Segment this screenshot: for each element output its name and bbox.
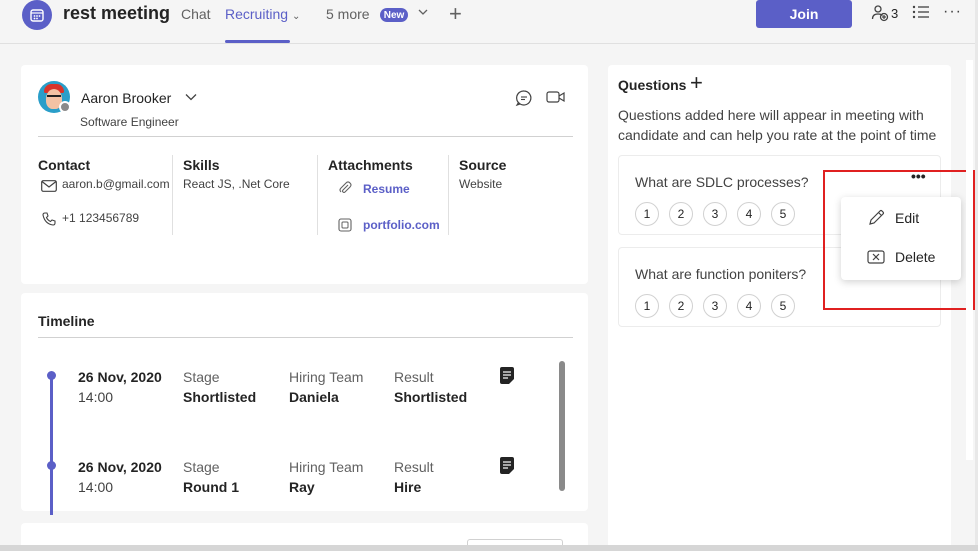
rating-button-5[interactable]: 5 — [771, 202, 795, 226]
add-tab-icon[interactable]: + — [449, 1, 462, 27]
meeting-title: rest meeting — [63, 3, 171, 23]
divider — [38, 337, 573, 338]
rating-button-3[interactable]: 3 — [703, 202, 727, 226]
candidate-chevron-down-icon[interactable] — [185, 90, 197, 104]
presence-status-icon — [59, 101, 71, 113]
add-question-icon[interactable]: + — [690, 70, 703, 96]
candidate-role: Software Engineer — [80, 115, 179, 129]
rating-button-1[interactable]: 1 — [635, 202, 659, 226]
join-button[interactable]: Join — [756, 0, 852, 28]
candidate-name: Aaron Brooker — [81, 90, 172, 106]
timeline-date: 26 Nov, 2020 — [78, 459, 162, 475]
source-heading: Source — [459, 157, 507, 173]
horizontal-scrollbar[interactable] — [0, 545, 978, 551]
column-divider — [172, 155, 173, 235]
mail-icon — [41, 179, 57, 197]
timeline-line — [50, 375, 53, 515]
contact-heading: Contact — [38, 157, 91, 173]
rating-button-3[interactable]: 3 — [703, 294, 727, 318]
paperclip-icon — [338, 181, 352, 200]
timeline-date: 26 Nov, 2020 — [78, 369, 162, 385]
timeline-dot — [47, 371, 56, 380]
question-text: What are SDLC processes? — [635, 174, 809, 190]
new-badge: New — [380, 8, 408, 22]
phone-icon — [42, 212, 56, 231]
timeline-dot — [47, 461, 56, 470]
result-value: Shortlisted — [394, 389, 468, 405]
video-call-icon[interactable] — [546, 90, 566, 109]
questions-description: Questions added here will appear in meet… — [618, 107, 937, 143]
chat-icon[interactable] — [515, 89, 533, 112]
skills-heading: Skills — [183, 157, 220, 173]
chevron-down-icon: ⌄ — [292, 11, 301, 22]
participant-count: 3 — [891, 5, 899, 21]
timeline-scrollbar[interactable] — [559, 361, 565, 491]
question-text: What are function poniters? — [635, 266, 807, 282]
candidate-email[interactable]: aaron.b@gmail.com — [62, 177, 170, 191]
hiring-team-value: Ray — [289, 479, 315, 495]
timeline-card: Timeline 26 Nov, 2020 14:00 Stage Shortl… — [21, 293, 588, 515]
annotation-highlight-box — [823, 170, 975, 310]
timeline-title: Timeline — [38, 313, 95, 329]
rating-button-4[interactable]: 4 — [737, 202, 761, 226]
rating-button-4[interactable]: 4 — [737, 294, 761, 318]
hiring-team-value: Daniela — [289, 389, 339, 405]
column-divider — [448, 155, 449, 235]
timeline-time: 14:00 — [78, 479, 114, 495]
result-value: Hire — [394, 479, 422, 495]
attachments-heading: Attachments — [328, 157, 413, 173]
rating-button-2[interactable]: 2 — [669, 294, 693, 318]
stage-value: Shortlisted — [183, 389, 257, 405]
list-icon[interactable] — [912, 4, 930, 25]
tab-recruiting[interactable]: Recruiting ⌄ — [225, 6, 300, 22]
external-link-icon — [338, 218, 352, 237]
stage-value: Round 1 — [183, 479, 239, 495]
attachment-portfolio-link[interactable]: portfolio.com — [363, 218, 440, 232]
page-scrollbar[interactable] — [966, 60, 973, 460]
result-label: Result — [394, 369, 434, 385]
questions-title: Questions — [618, 77, 687, 93]
result-label: Result — [394, 459, 434, 475]
more-tabs-chevron-icon[interactable] — [418, 7, 428, 19]
candidate-phone[interactable]: +1 123456789 — [62, 211, 139, 225]
notes-icon[interactable] — [500, 457, 514, 479]
candidate-source: Website — [459, 177, 503, 191]
stage-label: Stage — [183, 369, 220, 385]
tab-chat[interactable]: Chat — [181, 6, 211, 22]
tab-recruiting-label: Recruiting — [225, 6, 289, 22]
divider — [38, 136, 573, 137]
meeting-header: rest meeting Chat Recruiting ⌄ 5 more New… — [0, 0, 978, 44]
candidate-profile-card: Aaron Brooker Software Engineer Contact … — [21, 65, 588, 284]
people-icon — [871, 5, 889, 22]
rating-button-1[interactable]: 1 — [635, 294, 659, 318]
rating-button-2[interactable]: 2 — [669, 202, 693, 226]
hiring-team-label: Hiring Team — [289, 369, 364, 385]
timeline-time: 14:00 — [78, 389, 114, 405]
active-tab-indicator — [225, 40, 290, 43]
stage-label: Stage — [183, 459, 220, 475]
more-options-icon[interactable]: ··· — [943, 3, 962, 21]
candidate-skills: React JS, .Net Core — [183, 177, 290, 191]
tab-more[interactable]: 5 more — [326, 6, 370, 22]
column-divider — [317, 155, 318, 235]
notes-icon[interactable] — [500, 367, 514, 389]
attachment-resume-link[interactable]: Resume — [363, 182, 410, 196]
calendar-icon — [22, 0, 52, 30]
participants-button[interactable]: 3 — [871, 4, 898, 22]
rating-button-5[interactable]: 5 — [771, 294, 795, 318]
hiring-team-label: Hiring Team — [289, 459, 364, 475]
